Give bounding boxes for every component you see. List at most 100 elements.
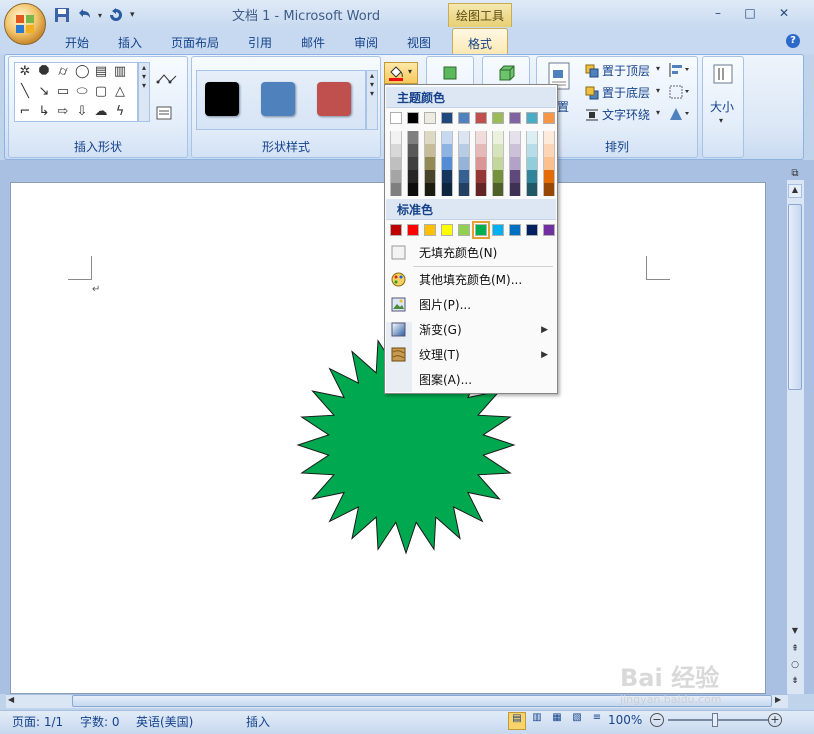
close-button[interactable]: ✕ <box>774 6 794 22</box>
align-icon[interactable] <box>668 62 690 78</box>
full-screen-reading-icon[interactable]: ▥ <box>528 712 546 730</box>
style-swatch-blue[interactable] <box>261 82 295 116</box>
bring-front-dropdown-icon[interactable]: ▾ <box>656 64 660 73</box>
standard-color-swatch[interactable] <box>543 224 555 236</box>
theme-shade-swatch[interactable] <box>458 144 470 157</box>
theme-shade-swatch[interactable] <box>509 183 521 196</box>
theme-shade-swatch[interactable] <box>424 131 436 144</box>
theme-color-swatch[interactable] <box>407 112 419 124</box>
theme-color-swatch[interactable] <box>509 112 521 124</box>
theme-shade-swatch[interactable] <box>458 157 470 170</box>
theme-shade-swatch[interactable] <box>543 183 555 196</box>
theme-shade-swatch[interactable] <box>407 144 419 157</box>
theme-shade-swatch[interactable] <box>492 170 504 183</box>
save-icon[interactable] <box>54 7 70 23</box>
theme-shade-swatch[interactable] <box>390 144 402 157</box>
standard-color-swatch[interactable] <box>441 224 453 236</box>
customize-qat-icon[interactable]: ▾ <box>130 10 135 20</box>
vertical-scroll-thumb[interactable] <box>788 204 802 390</box>
theme-shade-swatch[interactable] <box>509 170 521 183</box>
send-to-back-button[interactable]: 置于底层 <box>602 84 650 101</box>
insert-mode-indicator[interactable]: 插入 <box>246 713 270 730</box>
theme-shade-swatch[interactable] <box>526 170 538 183</box>
theme-shade-swatch[interactable] <box>526 183 538 196</box>
theme-shade-swatch[interactable] <box>458 183 470 196</box>
zoom-slider-track[interactable] <box>668 719 768 721</box>
theme-shade-swatch[interactable] <box>390 170 402 183</box>
zoom-in-button[interactable]: + <box>768 713 782 727</box>
zoom-level[interactable]: 100% <box>608 713 642 727</box>
theme-color-swatch[interactable] <box>441 112 453 124</box>
star-shape-icon[interactable]: ✲ <box>18 65 32 79</box>
standard-color-swatch[interactable] <box>458 224 470 236</box>
triangle-shape-icon[interactable]: △ <box>113 85 127 99</box>
octagon-shape-icon[interactable]: ⯃ <box>37 65 51 79</box>
standard-color-swatch[interactable] <box>407 224 419 236</box>
help-icon[interactable]: ? <box>786 34 800 48</box>
send-back-dropdown-icon[interactable]: ▾ <box>656 86 660 95</box>
size-label[interactable]: 大小 <box>710 98 734 115</box>
scroll-up-button[interactable]: ▲ <box>788 184 802 198</box>
rounded-rect-icon[interactable]: ▢ <box>94 85 108 99</box>
standard-color-swatch[interactable] <box>509 224 521 236</box>
theme-color-swatch[interactable] <box>475 112 487 124</box>
theme-shade-swatch[interactable] <box>441 144 453 157</box>
web-layout-icon[interactable]: ▦ <box>548 712 566 730</box>
standard-color-swatch[interactable] <box>526 224 538 236</box>
style-swatch-red[interactable] <box>317 82 351 116</box>
size-dropdown-icon[interactable]: ▾ <box>719 116 723 125</box>
theme-shade-swatch[interactable] <box>543 170 555 183</box>
theme-shade-swatch[interactable] <box>492 183 504 196</box>
theme-color-swatch[interactable] <box>492 112 504 124</box>
theme-shade-swatch[interactable] <box>543 144 555 157</box>
tab-review[interactable]: 审阅 <box>354 34 378 51</box>
text-wrap-button[interactable]: 文字环绕 <box>602 106 650 123</box>
theme-color-swatch[interactable] <box>390 112 402 124</box>
rectangle-shape-icon[interactable]: ▭ <box>56 85 70 99</box>
theme-shade-swatch[interactable] <box>526 144 538 157</box>
theme-shade-swatch[interactable] <box>543 157 555 170</box>
word-count[interactable]: 字数: 0 <box>80 713 120 730</box>
tab-format[interactable]: 格式 <box>452 28 508 55</box>
right-arrow-shape-icon[interactable]: ⇨ <box>56 105 70 119</box>
theme-shade-swatch[interactable] <box>492 131 504 144</box>
shape-fill-button[interactable]: ▾ <box>384 62 418 84</box>
theme-shade-swatch[interactable] <box>390 131 402 144</box>
cloud-shape-icon[interactable]: ☁ <box>94 105 108 119</box>
size-icon[interactable] <box>711 62 735 86</box>
scroll-left-button[interactable]: ◀ <box>8 695 20 707</box>
position-label[interactable]: 置 <box>557 98 569 115</box>
shapes-gallery[interactable]: ✲ ⯃ ⌭ ◯ ▤ ▥ ╲ ↘ ▭ ⬭ ▢ △ ⌐ ↳ ⇨ ⇩ ☁ ϟ <box>14 62 138 122</box>
theme-shade-swatch[interactable] <box>509 131 521 144</box>
theme-shade-swatch[interactable] <box>424 170 436 183</box>
theme-shade-swatch[interactable] <box>475 183 487 196</box>
theme-shade-swatch[interactable] <box>526 157 538 170</box>
theme-shade-swatch[interactable] <box>492 157 504 170</box>
arrow-line-icon[interactable]: ↘ <box>37 85 51 99</box>
standard-color-swatch[interactable] <box>424 224 436 236</box>
fill-menu-item[interactable]: 图片(P)... <box>386 293 556 317</box>
callout-shape-icon[interactable]: ◯ <box>75 65 90 79</box>
redo-icon[interactable] <box>108 7 124 23</box>
tab-insert[interactable]: 插入 <box>118 34 142 51</box>
theme-shade-swatch[interactable] <box>407 170 419 183</box>
theme-shade-swatch[interactable] <box>441 131 453 144</box>
theme-shade-swatch[interactable] <box>543 131 555 144</box>
theme-shade-swatch[interactable] <box>390 183 402 196</box>
theme-shade-swatch[interactable] <box>475 170 487 183</box>
oval-shape-icon[interactable]: ⬭ <box>75 85 89 99</box>
shadow-effects-button[interactable] <box>436 62 464 86</box>
tab-mailings[interactable]: 邮件 <box>301 34 325 51</box>
standard-color-swatch[interactable] <box>472 221 490 239</box>
theme-shade-swatch[interactable] <box>424 183 436 196</box>
fill-menu-item[interactable]: 图案(A)... <box>386 368 556 392</box>
bring-to-front-button[interactable]: 置于顶层 <box>602 62 650 79</box>
theme-shade-swatch[interactable] <box>509 157 521 170</box>
elbow-arrow-icon[interactable]: ↳ <box>37 105 51 119</box>
theme-shade-swatch[interactable] <box>458 170 470 183</box>
theme-shade-swatch[interactable] <box>424 157 436 170</box>
theme-shade-swatch[interactable] <box>424 144 436 157</box>
page-count[interactable]: 页面: 1/1 <box>12 713 63 730</box>
restore-button[interactable]: □ <box>740 6 760 22</box>
tab-view[interactable]: 视图 <box>407 34 431 51</box>
